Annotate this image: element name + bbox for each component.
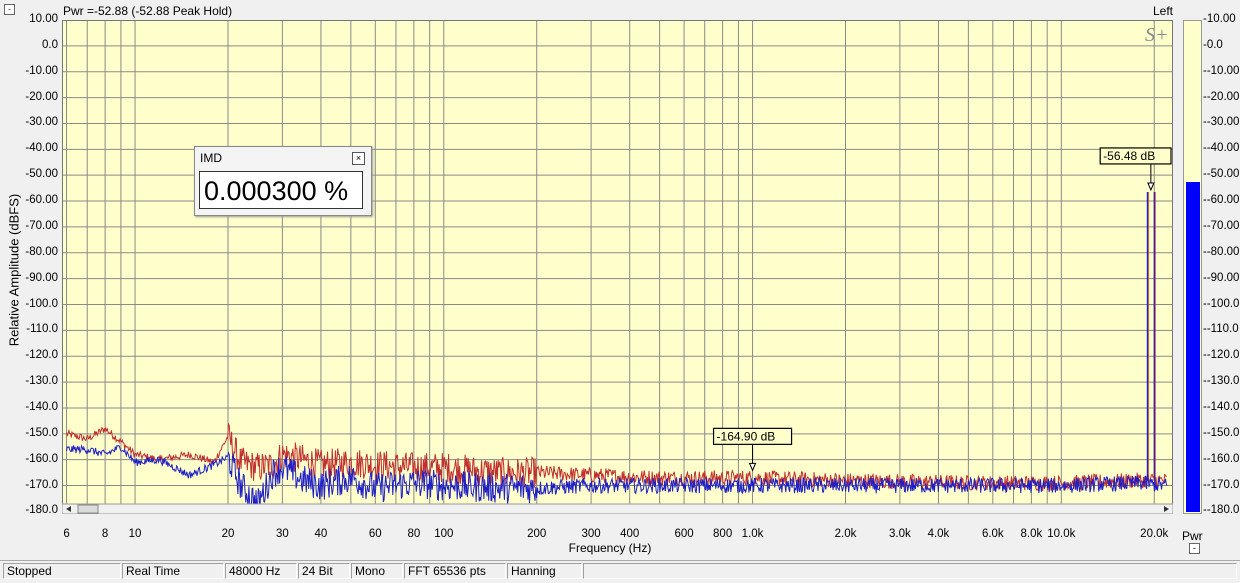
y-tick-label: -30.00 bbox=[25, 116, 58, 129]
y-tick-label-right: --140.0 bbox=[1203, 400, 1240, 413]
x-tick-label: 20.0k bbox=[1140, 528, 1169, 540]
y-tick-label-right: --170.0 bbox=[1203, 478, 1240, 491]
y-tick-label-right: --70.00 bbox=[1203, 219, 1240, 232]
y-tick-label: -140.0 bbox=[25, 400, 58, 413]
y-tick-label-right: --30.00 bbox=[1203, 116, 1240, 129]
x-tick-label: 10.0k bbox=[1047, 528, 1076, 540]
status-channels: Mono bbox=[351, 563, 403, 579]
chart-title: Pwr =-52.88 (-52.88 Peak Hold) bbox=[63, 4, 233, 18]
x-axis-label: Frequency (Hz) bbox=[568, 541, 652, 555]
y-tick-label: -80.00 bbox=[25, 245, 58, 258]
x-tick-label: 600 bbox=[674, 528, 694, 540]
y-tick-label: -170.0 bbox=[25, 478, 58, 491]
y-tick-label: -120.0 bbox=[25, 349, 58, 362]
y-tick-label-right: -0.0 bbox=[1203, 38, 1223, 51]
status-window: Hanning bbox=[507, 563, 582, 579]
y-tick-label: -100.0 bbox=[25, 297, 58, 310]
y-tick-label: -90.00 bbox=[25, 271, 58, 284]
horizontal-scrollbar bbox=[62, 503, 1173, 514]
y-tick-label-right: --40.00 bbox=[1203, 142, 1240, 155]
scrollbar-thumb bbox=[77, 504, 99, 514]
plot-border bbox=[62, 20, 1173, 514]
x-tick-label: 200 bbox=[527, 528, 547, 540]
meter-minimize-button[interactable]: - bbox=[1189, 543, 1200, 554]
status-bar: Stopped Real Time 48000 Hz 24 Bit Mono F… bbox=[0, 560, 1240, 583]
y-tick-label: -10.00 bbox=[25, 64, 58, 77]
status-mode: Real Time bbox=[122, 563, 224, 579]
x-tick-label: 40 bbox=[314, 528, 328, 540]
annotation-label: -56.48 dB bbox=[1103, 149, 1155, 163]
x-tick-label: 300 bbox=[581, 528, 601, 540]
y-tick-label: -20.00 bbox=[25, 90, 58, 103]
power-meter-fill bbox=[1186, 181, 1200, 512]
x-tick-label: 10 bbox=[128, 528, 142, 540]
annotation-label: -164.90 dB bbox=[717, 429, 776, 443]
y-tick-label: -60.00 bbox=[25, 194, 58, 207]
y-tick-label-right: --50.00 bbox=[1203, 168, 1240, 181]
status-sample-rate: 48000 Hz bbox=[225, 563, 297, 579]
y-tick-label: -70.00 bbox=[25, 219, 58, 232]
power-meter-label: Pwr bbox=[1182, 529, 1203, 543]
y-tick-label: -40.00 bbox=[25, 142, 58, 155]
spectrum-chart: -56.48 dB -164.90 dB S+ bbox=[62, 20, 1173, 514]
x-tick-label: 400 bbox=[620, 528, 640, 540]
status-run-state: Stopped bbox=[3, 563, 121, 579]
x-tick-label: 30 bbox=[275, 528, 289, 540]
status-empty bbox=[583, 563, 1237, 579]
logo-icon: S+ bbox=[1145, 24, 1169, 46]
imd-value: 0.000300 % bbox=[199, 171, 363, 209]
y-tick-label-right: --80.00 bbox=[1203, 245, 1240, 258]
status-bit-depth: 24 Bit bbox=[298, 563, 350, 579]
y-tick-label: -160.0 bbox=[25, 452, 58, 465]
y-tick-label: 0.0 bbox=[42, 38, 58, 51]
y-tick-label: -180.0 bbox=[25, 504, 58, 517]
imd-title: IMD bbox=[200, 151, 222, 165]
imd-window[interactable]: IMD × 0.000300 % bbox=[194, 146, 372, 216]
x-tick-label: 6.0k bbox=[981, 528, 1004, 540]
annotation-arrowhead bbox=[1147, 182, 1155, 192]
power-meter bbox=[1183, 20, 1202, 514]
spectrum-plot[interactable]: -56.48 dB -164.90 dB S+ IMD × 0.000300 % bbox=[62, 20, 1173, 514]
y-tick-label-right: --20.00 bbox=[1203, 90, 1240, 103]
y-tick-label-right: --90.00 bbox=[1203, 271, 1240, 284]
x-tick-label: 4.0k bbox=[927, 528, 950, 540]
y-tick-label: -130.0 bbox=[25, 375, 58, 388]
y-tick-label-right: --180.0 bbox=[1203, 504, 1240, 517]
y-tick-label-right: --160.0 bbox=[1203, 452, 1240, 465]
y-tick-label: -150.0 bbox=[25, 426, 58, 439]
y-tick-label-right: --130.0 bbox=[1203, 375, 1240, 388]
y-tick-label-right: --100.0 bbox=[1203, 297, 1240, 310]
x-tick-label: 60 bbox=[368, 528, 382, 540]
close-icon[interactable]: × bbox=[352, 152, 365, 165]
x-tick-label: 6 bbox=[63, 528, 70, 540]
status-fft-size: FFT 65536 pts bbox=[404, 563, 506, 579]
x-tick-label: 20 bbox=[221, 528, 235, 540]
y-tick-label: -110.0 bbox=[26, 323, 58, 336]
y-tick-label-right: -10.00 bbox=[1203, 13, 1236, 25]
channel-label: Left bbox=[1153, 4, 1174, 18]
y-tick-label-right: --110.0 bbox=[1203, 323, 1239, 336]
y-tick-label: -50.00 bbox=[25, 168, 58, 181]
x-tick-label: 2.0k bbox=[834, 528, 857, 540]
y-tick-label-right: --150.0 bbox=[1203, 426, 1240, 439]
x-tick-label: 100 bbox=[434, 528, 454, 540]
y-tick-label: 10.00 bbox=[29, 13, 58, 25]
annotation-arrowhead bbox=[748, 462, 757, 472]
y-tick-label-right: --60.00 bbox=[1203, 194, 1240, 207]
y-tick-label-right: --120.0 bbox=[1203, 349, 1240, 362]
x-tick-label: 1.0k bbox=[741, 528, 764, 540]
x-tick-label: 3.0k bbox=[888, 528, 911, 540]
y-tick-label-right: --10.00 bbox=[1203, 64, 1240, 77]
